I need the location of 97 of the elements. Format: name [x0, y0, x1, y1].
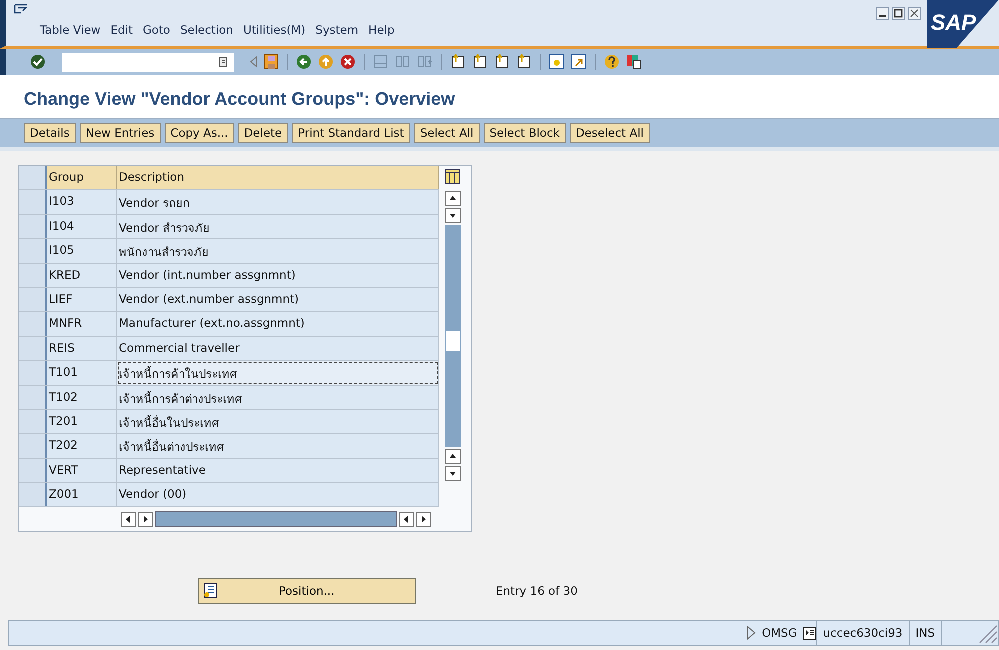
- row-selector[interactable]: [19, 336, 47, 360]
- toolbar-button[interactable]: Details: [24, 123, 76, 143]
- menu-item[interactable]: System: [316, 23, 359, 37]
- table-cell[interactable]: Vendor สำรวจภัย: [117, 214, 439, 238]
- table-cell[interactable]: เจ้าหนี้อื่นต่างประเทศ: [117, 434, 439, 458]
- table-cell[interactable]: เจ้าหนี้การค้าในประเทศ: [117, 361, 439, 385]
- row-selector[interactable]: [19, 214, 47, 238]
- command-field[interactable]: [62, 52, 234, 72]
- close-icon[interactable]: [908, 7, 921, 20]
- scroll-right-icon[interactable]: [416, 512, 431, 527]
- shortcut-icon[interactable]: [571, 54, 587, 70]
- scroll-right-icon[interactable]: [138, 512, 153, 527]
- table-cell[interactable]: Manufacturer (ext.no.assgnmnt): [117, 312, 439, 336]
- table-cell[interactable]: เจ้าหนี้อื่นในประเทศ: [117, 410, 439, 434]
- row-selector[interactable]: [19, 410, 47, 434]
- triangle-icon[interactable]: [746, 626, 756, 640]
- table-cell: REIS: [47, 336, 117, 360]
- page-scroll-icon[interactable]: [450, 54, 466, 70]
- table-cell[interactable]: เจ้าหนี้การค้าต่างประเทศ: [117, 386, 439, 409]
- table-cell: T201: [47, 410, 117, 434]
- session-info-icon[interactable]: [803, 626, 816, 640]
- scroll-down-icon[interactable]: [445, 466, 461, 481]
- select-all-cell[interactable]: [19, 166, 47, 190]
- toolbar-button[interactable]: Print Standard List: [292, 123, 410, 143]
- menu-item[interactable]: Utilities(M): [243, 23, 306, 37]
- minimize-icon[interactable]: [876, 7, 889, 20]
- menu-item[interactable]: Selection: [180, 23, 234, 37]
- table-cell: KRED: [47, 264, 117, 287]
- table-cell[interactable]: Vendor (00): [117, 483, 439, 506]
- history-icon[interactable]: [219, 56, 228, 68]
- server-name: uccec630ci93: [816, 621, 909, 645]
- row-selector[interactable]: [19, 288, 47, 312]
- scroll-left-icon[interactable]: [121, 512, 136, 527]
- table-cell: VERT: [47, 458, 117, 482]
- toolbar-button[interactable]: Select All: [414, 123, 480, 143]
- cancel-icon[interactable]: [340, 54, 356, 70]
- menu-item[interactable]: Goto: [142, 23, 170, 37]
- table-cell: T101: [47, 361, 117, 385]
- row-selector[interactable]: [19, 312, 47, 336]
- toolbar-button[interactable]: New Entries: [80, 123, 161, 143]
- column-header[interactable]: Description: [117, 166, 439, 190]
- table-cell: Z001: [47, 483, 117, 506]
- table-cell: I103: [47, 190, 117, 214]
- table-cell[interactable]: Commercial traveller: [117, 336, 439, 360]
- enter-icon[interactable]: [30, 54, 46, 70]
- scroll-thumb[interactable]: [446, 331, 460, 351]
- table-cell: T102: [47, 386, 117, 409]
- position-icon: [203, 583, 219, 600]
- logo-drawing: SAP: [927, 0, 999, 48]
- scroll-down-icon[interactable]: [445, 208, 461, 223]
- layout-icon[interactable]: [626, 54, 642, 70]
- save-icon[interactable]: [264, 54, 279, 70]
- page-scroll-icon[interactable]: [472, 54, 488, 70]
- horizontal-scrollbar[interactable]: [155, 511, 397, 528]
- toolbar-button[interactable]: Deselect All: [570, 123, 650, 143]
- input-mode: INS: [908, 621, 941, 645]
- table-cell[interactable]: พนักงานสำรวจภัย: [117, 239, 439, 263]
- table-cell: I104: [47, 214, 117, 238]
- vertical-scrollbar[interactable]: [445, 191, 461, 481]
- new-session-icon[interactable]: [549, 54, 565, 70]
- back-icon[interactable]: [296, 54, 312, 70]
- maximize-icon[interactable]: [892, 7, 905, 20]
- row-selector[interactable]: [19, 483, 47, 506]
- table-cell[interactable]: Representative: [117, 458, 439, 482]
- table-cell: I105: [47, 239, 117, 263]
- table-cell: MNFR: [47, 312, 117, 336]
- row-selector[interactable]: [19, 190, 47, 214]
- entry-counter: Entry 16 of 30: [496, 584, 578, 598]
- row-selector[interactable]: [19, 239, 47, 263]
- table-cell[interactable]: Vendor รถยก: [117, 190, 439, 214]
- system-name: OMSG: [761, 625, 798, 642]
- menu-item[interactable]: Table View: [40, 23, 101, 37]
- scroll-left-icon[interactable]: [399, 512, 414, 527]
- screen-menu-icon[interactable]: [14, 4, 28, 16]
- row-selector[interactable]: [19, 434, 47, 458]
- page-scroll-icon[interactable]: [516, 54, 532, 70]
- table-cell: LIEF: [47, 288, 117, 312]
- column-settings-icon[interactable]: [445, 169, 461, 185]
- column-header[interactable]: Group: [47, 166, 117, 190]
- help-icon[interactable]: [604, 54, 620, 70]
- scroll-up-icon[interactable]: [445, 191, 461, 206]
- toolbar-button[interactable]: Select Block: [484, 123, 566, 143]
- row-selector[interactable]: [19, 386, 47, 409]
- menu-item[interactable]: Edit: [110, 23, 133, 37]
- toolbar-button[interactable]: Delete: [238, 123, 288, 143]
- toolbar-button[interactable]: Copy As...: [164, 123, 234, 143]
- row-selector[interactable]: [19, 264, 47, 287]
- scroll-up-icon[interactable]: [445, 449, 461, 464]
- table-cell: T202: [47, 434, 117, 458]
- screen-title: Change View "Vendor Account Groups": Overview: [24, 89, 456, 110]
- row-selector[interactable]: [19, 361, 47, 385]
- menu-item[interactable]: Help: [368, 23, 395, 37]
- page-scroll-icon[interactable]: [494, 54, 510, 70]
- position-button[interactable]: Position...: [198, 578, 416, 604]
- row-selector[interactable]: [19, 458, 47, 482]
- table-cell[interactable]: Vendor (int.number assgnmnt): [117, 264, 439, 287]
- table-cell[interactable]: Vendor (ext.number assgnmnt): [117, 288, 439, 312]
